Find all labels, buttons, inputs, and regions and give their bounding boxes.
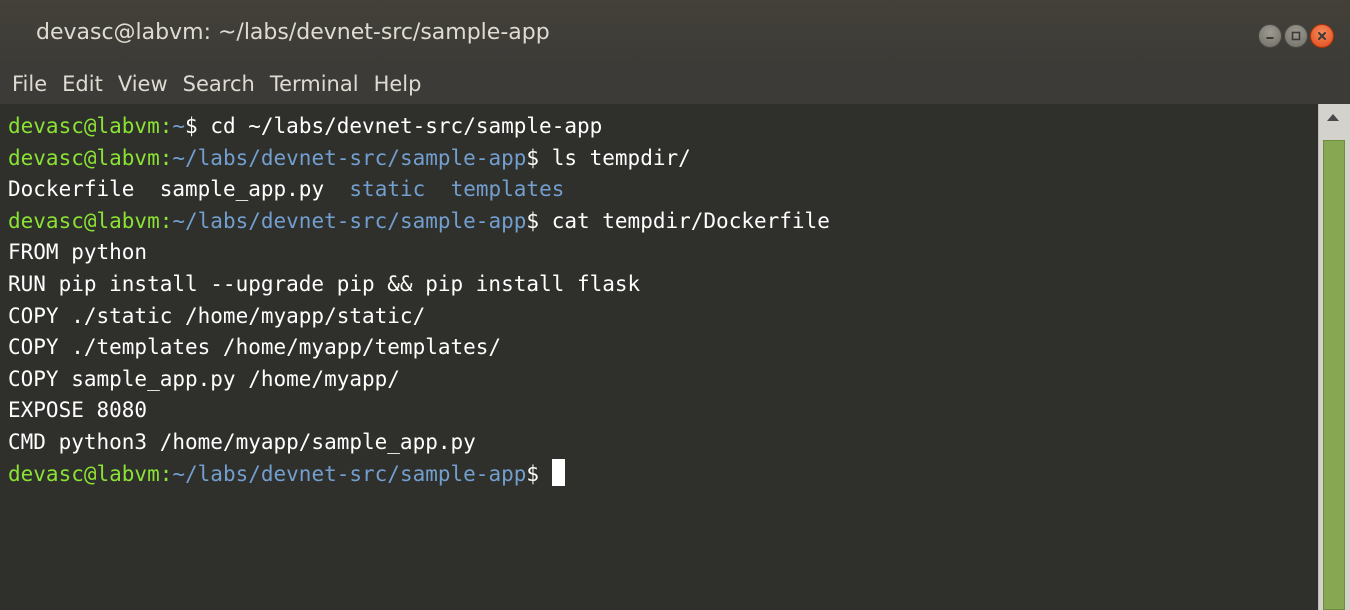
prompt-path: ~/labs/devnet-src/sample-app (172, 208, 527, 233)
prompt-user: devasc@labvm (8, 114, 160, 138)
close-icon (1318, 32, 1326, 40)
maximize-button[interactable] (1284, 24, 1308, 48)
prompt-user: devasc@labvm (8, 208, 160, 233)
ls-directory: static (349, 177, 426, 202)
terminal-line: devasc@labvm:~/labs/devnet-src/sample-ap… (8, 206, 1318, 238)
terminal-line: devasc@labvm:~/labs/devnet-src/sample-ap… (8, 143, 1318, 175)
menu-view[interactable]: View (118, 72, 168, 96)
menu-bar: File Edit View Search Terminal Help (0, 64, 1350, 104)
output-line: COPY ./static /home/myapp/static/ (8, 303, 426, 328)
title-bar[interactable]: devasc@labvm: ~/labs/devnet-src/sample-a… (0, 0, 1350, 64)
menu-terminal[interactable]: Terminal (270, 72, 359, 96)
terminal-line: Dockerfile sample_app.py static template… (8, 174, 1318, 206)
menu-search[interactable]: Search (183, 72, 255, 96)
prompt-user: devasc@labvm (8, 145, 160, 170)
menu-file[interactable]: File (12, 72, 47, 96)
prompt-symbol: $ (526, 208, 552, 233)
terminal-left-edge (0, 104, 8, 610)
text-cursor (551, 458, 565, 486)
command-text: cd ~/labs/devnet-src/sample-app (210, 114, 603, 138)
prompt-symbol: $ (526, 145, 552, 170)
maximize-icon (1291, 31, 1301, 41)
window-title: devasc@labvm: ~/labs/devnet-src/sample-a… (36, 20, 550, 45)
ls-file: sample_app.py (159, 177, 325, 202)
terminal-line: devasc@labvm:~$ cd ~/labs/devnet-src/sam… (8, 111, 1318, 143)
prompt-colon: : (159, 208, 173, 233)
terminal-line: devasc@labvm:~/labs/devnet-src/sample-ap… (8, 458, 1318, 491)
output-line: EXPOSE 8080 (8, 398, 148, 423)
scroll-up-arrow-icon[interactable] (1327, 114, 1339, 121)
vertical-scrollbar[interactable] (1318, 104, 1350, 610)
ls-file: Dockerfile (8, 177, 135, 202)
prompt-user: devasc@labvm (8, 461, 160, 486)
output-line: COPY ./templates /home/myapp/templates/ (8, 335, 502, 360)
ls-directory: templates (450, 177, 565, 202)
prompt-colon: : (159, 461, 173, 486)
menu-help[interactable]: Help (374, 72, 422, 96)
command-text: cat tempdir/Dockerfile (551, 208, 830, 233)
window-controls (1258, 24, 1334, 48)
terminal-output[interactable]: devasc@labvm:~$ cd ~/labs/devnet-src/sam… (8, 104, 1318, 610)
output-line: COPY sample_app.py /home/myapp/ (8, 366, 400, 391)
minimize-button[interactable] (1258, 24, 1282, 48)
prompt-path: ~ (172, 114, 186, 138)
prompt-path: ~/labs/devnet-src/sample-app (172, 145, 527, 170)
menu-edit[interactable]: Edit (62, 72, 103, 96)
terminal-window: devasc@labvm: ~/labs/devnet-src/sample-a… (0, 0, 1350, 610)
prompt-path: ~/labs/devnet-src/sample-app (172, 461, 527, 486)
prompt-symbol: $ (185, 114, 211, 138)
prompt-symbol: $ (526, 461, 552, 486)
output-line: FROM python (8, 240, 148, 265)
command-text: ls tempdir/ (551, 145, 691, 170)
minimize-icon (1266, 37, 1274, 39)
prompt-colon: : (159, 114, 173, 138)
prompt-colon: : (159, 145, 173, 170)
close-button[interactable] (1310, 24, 1334, 48)
output-line: RUN pip install --upgrade pip && pip ins… (8, 271, 641, 296)
scrollbar-thumb[interactable] (1323, 140, 1345, 610)
output-line: CMD python3 /home/myapp/sample_app.py (8, 429, 476, 454)
